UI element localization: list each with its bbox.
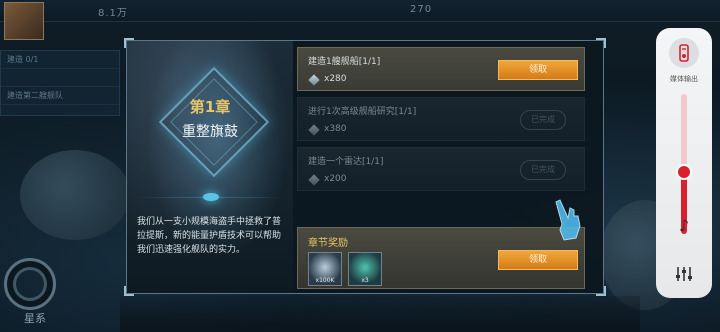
completed-stamp: 已完成 bbox=[520, 160, 566, 180]
crystal-icon bbox=[308, 124, 320, 136]
quest-item: 建造1艘舰船[1/1] x280 领取 bbox=[297, 47, 585, 91]
galaxy-icon[interactable] bbox=[4, 258, 56, 310]
volume-slider-track[interactable] bbox=[681, 94, 687, 234]
secondary-counter: 270 bbox=[410, 4, 433, 15]
chapter-art-panel: 第1章 重整旗鼓 我们从一支小规模海盗手中拯救了普拉提斯，新的能量护盾技术可以帮… bbox=[127, 41, 293, 293]
left-task-panel[interactable]: 建造 0/1 建造第二艘舰队 bbox=[0, 50, 120, 116]
crystal-icon bbox=[308, 174, 320, 186]
left-task-row: 建造第二艘舰队 bbox=[1, 87, 119, 105]
quest-reward-amount: x200 bbox=[324, 174, 347, 184]
pointing-hand-icon bbox=[555, 199, 581, 241]
music-note-icon[interactable]: ♪ bbox=[674, 216, 694, 236]
volume-slider-knob[interactable] bbox=[678, 166, 690, 179]
chapter-reward-box: 章节奖励 x100K x3 领取 bbox=[297, 227, 585, 289]
left-task-row: 建造 0/1 bbox=[1, 51, 119, 69]
claim-quest-button[interactable]: 领取 bbox=[498, 60, 578, 80]
media-output-label: 媒体输出 bbox=[670, 75, 698, 83]
quest-title: 进行1次高级舰船研究[1/1] bbox=[308, 107, 417, 117]
media-control-panel: 媒体输出 ♪ bbox=[656, 28, 712, 298]
bottom-menu-bar bbox=[120, 296, 640, 332]
speaker-icon bbox=[679, 44, 689, 62]
chapter-reward-title: 章节奖励 bbox=[308, 238, 348, 249]
claim-chapter-reward-button[interactable]: 领取 bbox=[498, 250, 578, 270]
media-output-button[interactable] bbox=[669, 38, 699, 68]
top-hud-bar: 8.1万 270 bbox=[0, 0, 720, 22]
chapter-title: 重整旗鼓 bbox=[182, 124, 238, 140]
quest-reward-amount: x380 bbox=[324, 124, 347, 134]
quest-reward-amount: x280 bbox=[324, 74, 347, 84]
chapter-number: 第1章 bbox=[189, 98, 231, 116]
quest-item: 建造一个雷达[1/1] x200 已完成 bbox=[297, 147, 585, 191]
completed-stamp: 已完成 bbox=[520, 110, 566, 130]
chapter-story-text: 我们从一支小规模海盗手中拯救了普拉提斯，新的能量护盾技术可以帮助我们迅速强化舰队… bbox=[137, 217, 282, 255]
chapter-task-dialog: 第1章 重整旗鼓 我们从一支小规模海盗手中拯救了普拉提斯，新的能量护盾技术可以帮… bbox=[124, 38, 606, 296]
player-avatar[interactable] bbox=[4, 2, 44, 40]
quest-title: 建造一个雷达[1/1] bbox=[308, 157, 384, 167]
left-task-row bbox=[1, 69, 119, 87]
equalizer-icon[interactable] bbox=[674, 264, 694, 284]
reward-count: x100K bbox=[315, 277, 335, 284]
reward-count: x3 bbox=[361, 277, 369, 284]
shield-module-icon[interactable]: x3 bbox=[348, 252, 382, 286]
energy-crystal-icon[interactable]: x100K bbox=[308, 252, 342, 286]
glow-indicator bbox=[203, 193, 219, 201]
galaxy-label: 星系 bbox=[24, 312, 46, 325]
frame-corner bbox=[596, 286, 606, 296]
resource-counter: 8.1万 bbox=[98, 8, 128, 19]
crystal-icon bbox=[308, 74, 320, 86]
quest-title: 建造1艘舰船[1/1] bbox=[308, 57, 381, 67]
frame-corner bbox=[596, 38, 606, 48]
quest-item: 进行1次高级舰船研究[1/1] x380 已完成 bbox=[297, 97, 585, 141]
asteroid-decor bbox=[20, 150, 130, 240]
